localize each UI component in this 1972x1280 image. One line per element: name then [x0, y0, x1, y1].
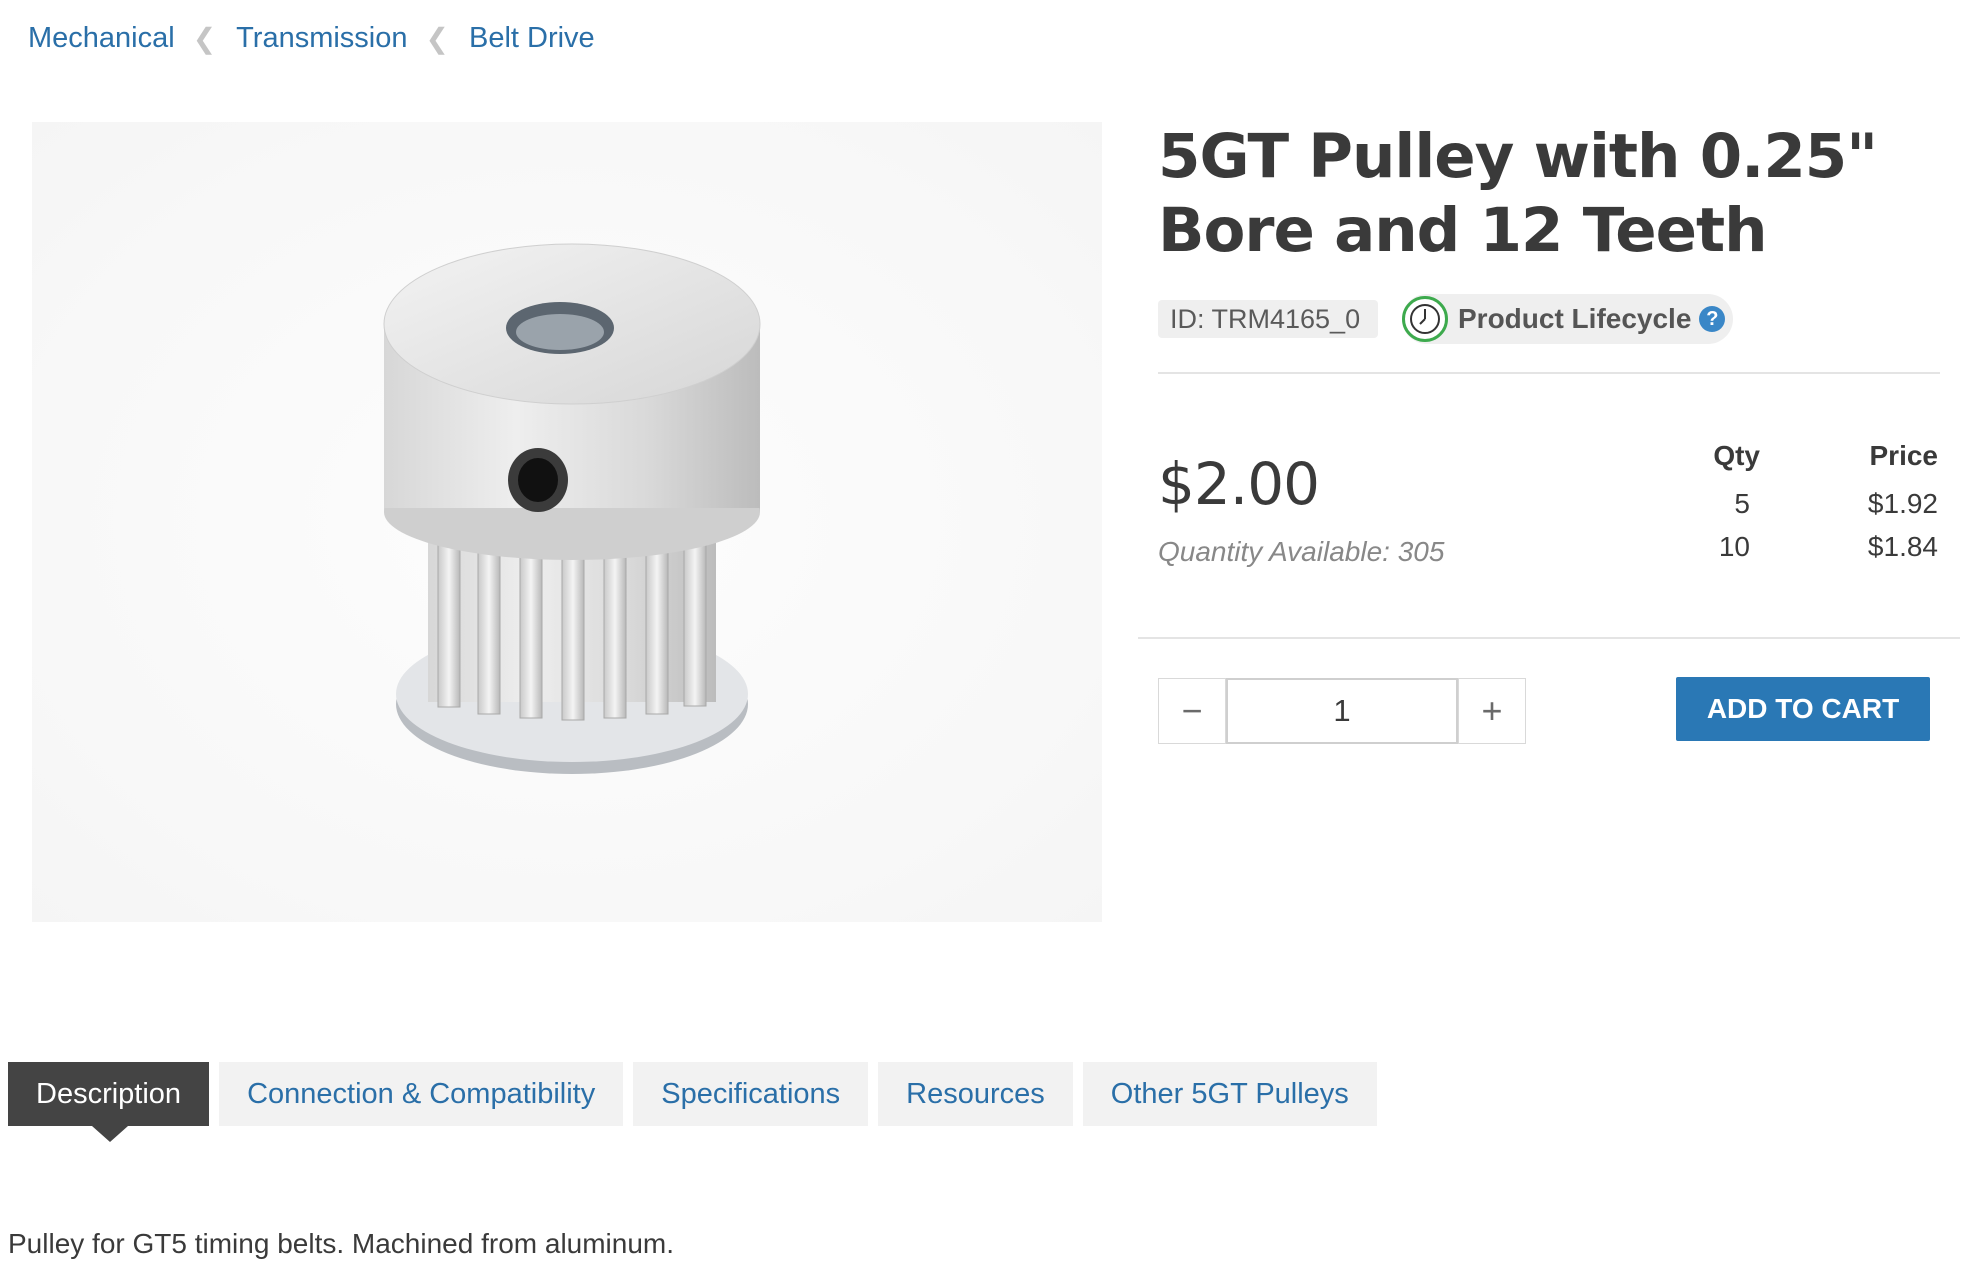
divider	[1138, 637, 1960, 639]
tab-specifications[interactable]: Specifications	[633, 1062, 869, 1126]
chevron-left-icon: ❮	[192, 23, 217, 54]
add-to-cart-button[interactable]: ADD TO CART	[1676, 677, 1930, 741]
quantity-available: Quantity Available: 305	[1158, 536, 1445, 567]
product-image[interactable]	[32, 122, 1102, 922]
tab-resources[interactable]: Resources	[878, 1062, 1073, 1126]
product-title: 5GT Pulley with 0.25" Bore and 12 Teeth	[1158, 121, 1878, 266]
question-icon[interactable]: ?	[1699, 306, 1726, 332]
breadcrumb-belt-drive[interactable]: Belt Drive	[469, 22, 595, 55]
quantity-stepper: − +	[1158, 678, 1526, 744]
pricing-row-qty: 5	[1734, 488, 1750, 519]
pricing-row-qty: 10	[1718, 531, 1750, 562]
pricing-row-price: $1.84	[1867, 531, 1938, 562]
product-lifecycle-badge[interactable]: Product Lifecycle ?	[1402, 294, 1734, 344]
pricing-row-price: $1.92	[1867, 488, 1938, 519]
tab-description[interactable]: Description	[8, 1062, 210, 1142]
pricing-price-header: Price	[1869, 440, 1939, 471]
pulley-image	[383, 243, 761, 774]
breadcrumb-mechanical[interactable]: Mechanical	[28, 22, 175, 55]
description-text: Pulley for GT5 timing belts. Machined fr…	[8, 1228, 675, 1259]
clock-icon	[1402, 296, 1448, 342]
lifecycle-label: Product Lifecycle	[1458, 303, 1692, 334]
tab-other-5gt-pulleys[interactable]: Other 5GT Pulleys	[1082, 1062, 1377, 1126]
increment-button[interactable]: +	[1458, 678, 1526, 744]
decrement-button[interactable]: −	[1158, 678, 1226, 744]
product-price: $2.00	[1158, 450, 1320, 518]
product-id-badge: ID: TRM4165_0	[1158, 300, 1379, 338]
divider	[1158, 372, 1940, 374]
breadcrumb: Mechanical ❮ Transmission ❮ Belt Drive	[28, 22, 595, 55]
breadcrumb-transmission[interactable]: Transmission	[236, 22, 407, 55]
tab-connection-compatibility[interactable]: Connection & Compatibility	[219, 1062, 624, 1126]
product-tabs: Description Connection & Compatibility S…	[8, 1062, 1387, 1142]
pricing-qty-header: Qty	[1713, 440, 1760, 471]
quantity-input[interactable]	[1226, 678, 1458, 744]
chevron-left-icon: ❮	[425, 23, 449, 54]
